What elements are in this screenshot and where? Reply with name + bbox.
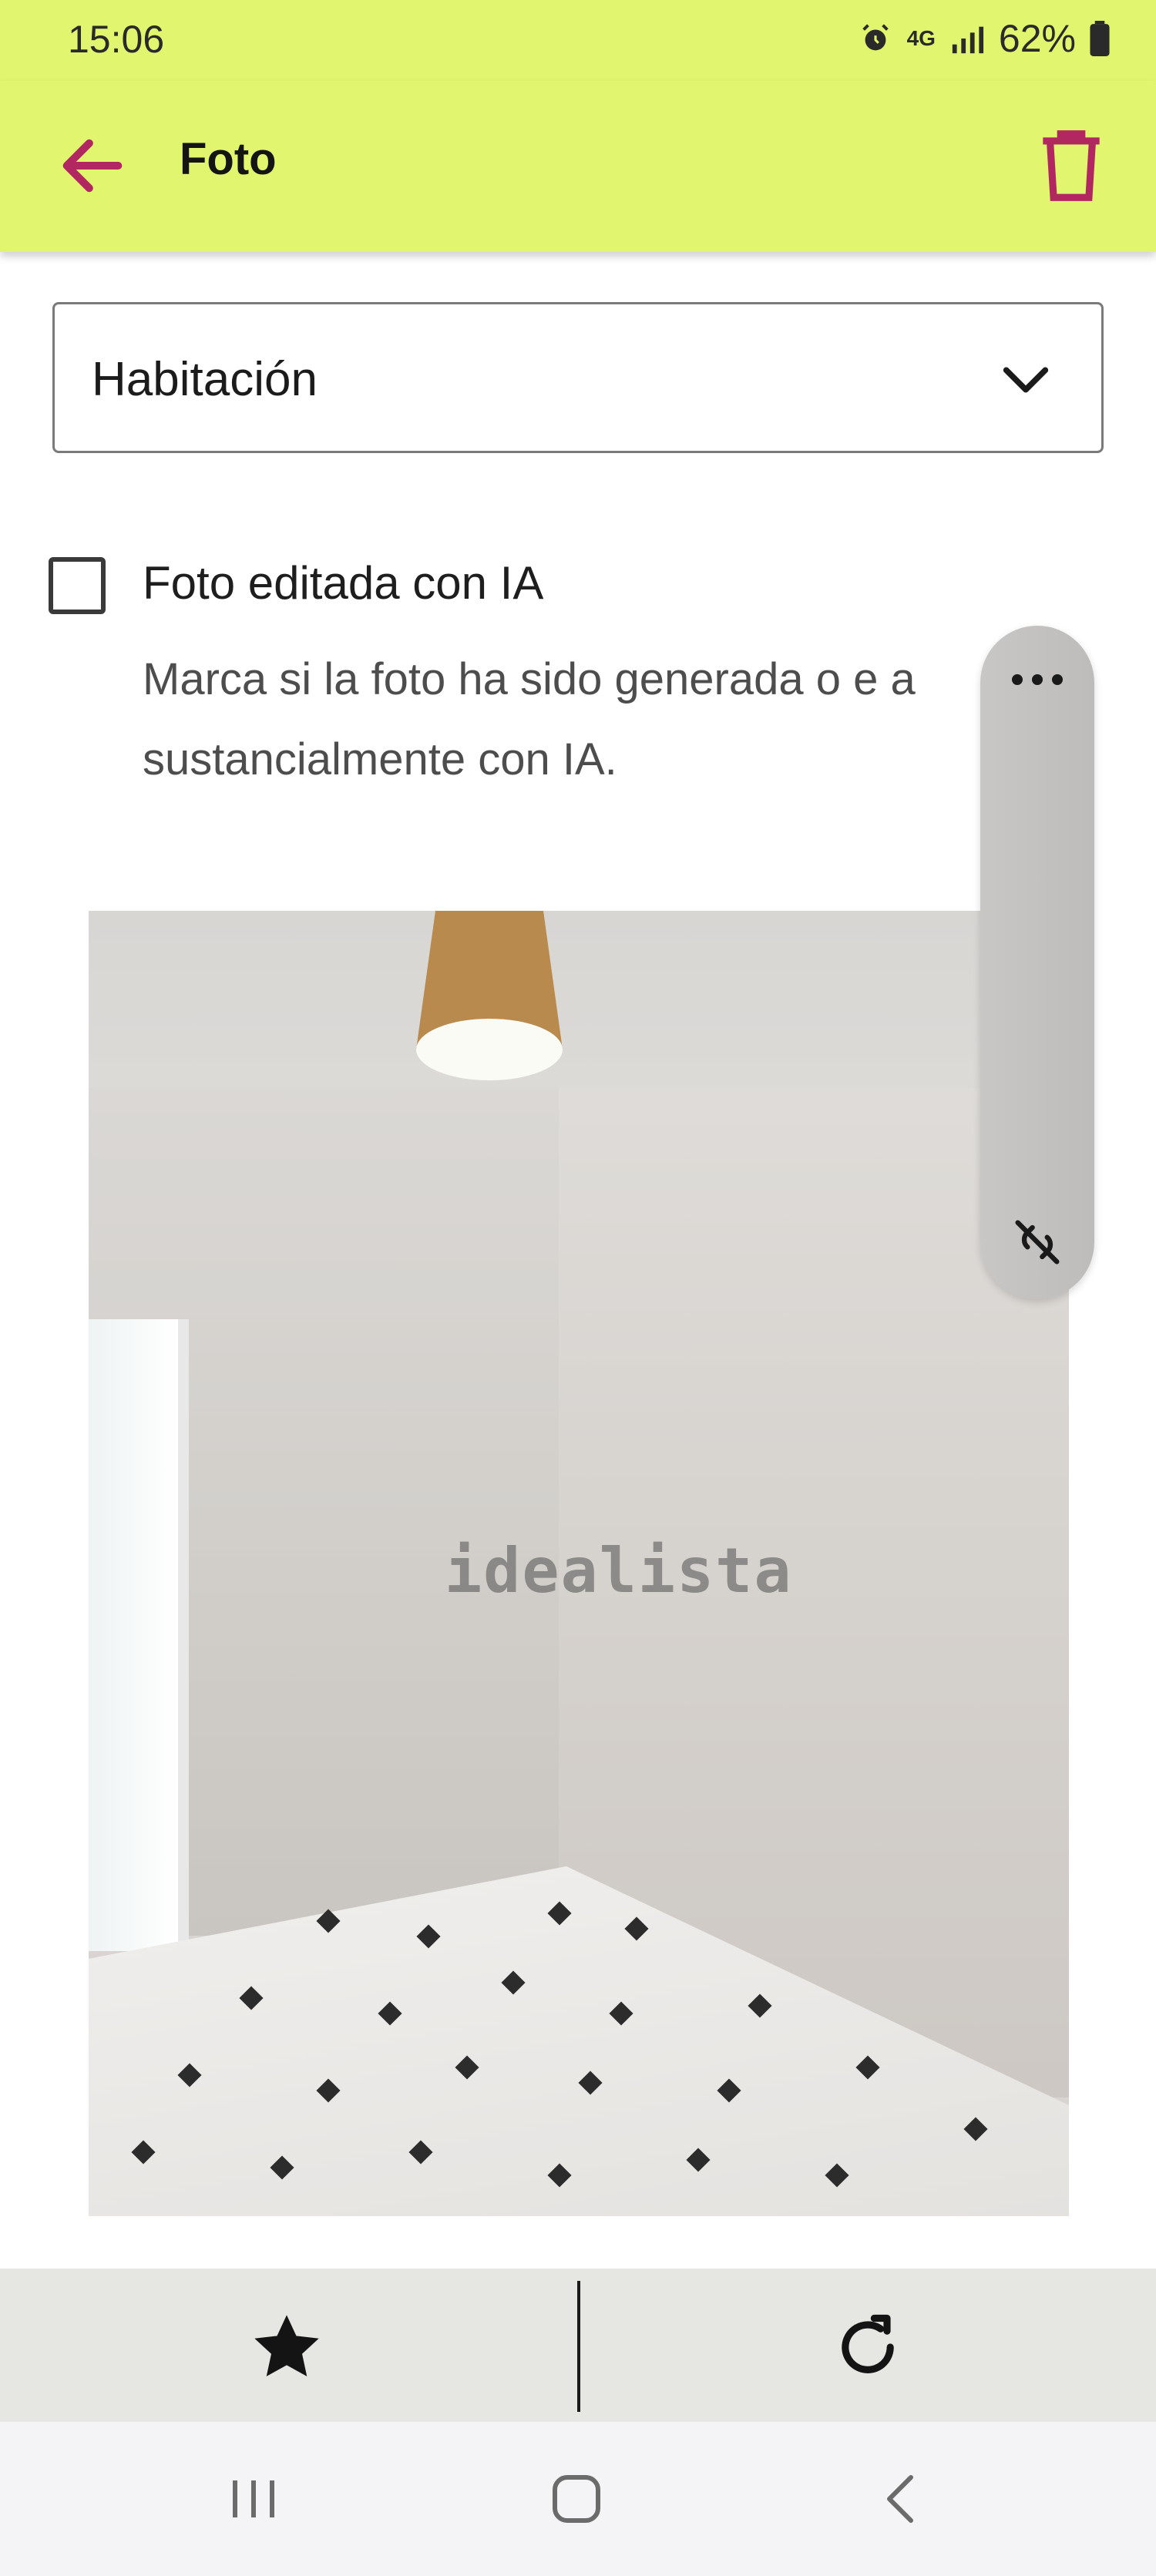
photo-ceiling bbox=[89, 911, 1069, 1088]
set-cover-button[interactable] bbox=[248, 2309, 325, 2386]
page-title: Foto bbox=[180, 134, 277, 184]
floating-edge-panel[interactable] bbox=[980, 626, 1094, 1299]
status-time: 15:06 bbox=[68, 18, 165, 61]
signal-icon bbox=[952, 26, 984, 54]
star-icon bbox=[254, 2315, 319, 2376]
ai-edited-label: Foto editada con IA bbox=[143, 557, 544, 609]
link-off-icon[interactable] bbox=[1008, 1213, 1067, 1271]
bottom-divider bbox=[577, 2281, 580, 2412]
photo-window bbox=[89, 1319, 189, 1951]
ai-edited-checkbox[interactable] bbox=[49, 557, 106, 614]
status-bar: 15:06 4G 62% bbox=[0, 0, 1156, 81]
alarm-icon bbox=[862, 24, 889, 51]
chevron-down-icon bbox=[1003, 367, 1049, 393]
network-type: 4G bbox=[906, 26, 936, 50]
battery-percent: 62% bbox=[998, 17, 1076, 60]
system-nav-bar bbox=[0, 2422, 1156, 2576]
app-bar: Foto bbox=[0, 81, 1156, 252]
back-icon[interactable] bbox=[871, 2468, 933, 2530]
status-icons: 4G 62% bbox=[858, 15, 1110, 62]
lamp-image bbox=[416, 911, 563, 1080]
home-icon[interactable] bbox=[546, 2468, 607, 2530]
recent-apps-icon[interactable] bbox=[223, 2468, 285, 2530]
arrow-left-icon bbox=[62, 139, 123, 193]
bottom-action-bar bbox=[0, 2269, 1156, 2422]
more-dots-icon[interactable] bbox=[1006, 664, 1068, 695]
delete-button[interactable] bbox=[1029, 123, 1114, 208]
trash-icon bbox=[1043, 130, 1100, 201]
room-photo[interactable]: idealista bbox=[89, 911, 1069, 2216]
room-type-select[interactable]: Habitación bbox=[52, 302, 1104, 453]
room-type-value: Habitación bbox=[92, 353, 318, 406]
rotate-button[interactable] bbox=[829, 2309, 906, 2386]
photo-watermark: idealista bbox=[445, 1535, 793, 1607]
battery-icon bbox=[1090, 21, 1110, 56]
rotate-icon bbox=[842, 2314, 894, 2373]
back-button[interactable] bbox=[54, 127, 131, 204]
